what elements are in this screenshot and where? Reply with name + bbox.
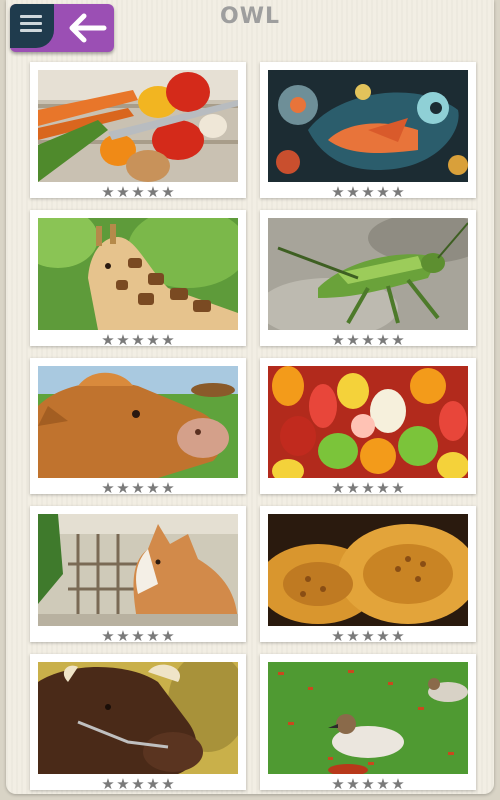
thumbnail-bread <box>268 514 468 626</box>
star-icon: ★ <box>161 332 175 349</box>
rating-stars: ★ ★ ★ ★ ★ <box>260 776 476 792</box>
star-icon: ★ <box>116 628 130 645</box>
star-icon: ★ <box>146 628 160 645</box>
star-icon: ★ <box>361 332 375 349</box>
puzzle-card-vegetables[interactable]: ★ ★ ★ ★ ★ <box>30 62 246 200</box>
puzzle-card-ducks[interactable]: ★ ★ ★ ★ ★ <box>260 654 476 792</box>
star-icon: ★ <box>146 776 160 793</box>
thumbnail-vegetables <box>38 70 238 182</box>
puzzle-card-bull[interactable]: ★ ★ ★ ★ ★ <box>30 654 246 792</box>
star-icon: ★ <box>346 776 360 793</box>
star-icon: ★ <box>376 776 390 793</box>
star-icon: ★ <box>101 480 115 497</box>
star-icon: ★ <box>131 628 145 645</box>
puzzle-card-giraffe[interactable]: ★ ★ ★ ★ ★ <box>30 210 246 348</box>
star-icon: ★ <box>361 480 375 497</box>
puzzle-card-cat[interactable]: ★ ★ ★ ★ ★ <box>30 506 246 644</box>
hamburger-menu-icon[interactable] <box>10 4 54 48</box>
rating-stars: ★ ★ ★ ★ ★ <box>30 776 246 792</box>
star-icon: ★ <box>116 480 130 497</box>
back-arrow-icon <box>69 13 107 43</box>
star-icon: ★ <box>331 628 345 645</box>
star-icon: ★ <box>391 184 405 201</box>
star-icon: ★ <box>131 184 145 201</box>
thumbnail-giraffe <box>38 218 238 330</box>
star-icon: ★ <box>116 332 130 349</box>
top-bar: OWL <box>0 0 500 56</box>
star-icon: ★ <box>101 628 115 645</box>
star-icon: ★ <box>146 480 160 497</box>
puzzle-card-fish-art[interactable]: ★ ★ ★ ★ ★ <box>260 62 476 200</box>
star-icon: ★ <box>361 776 375 793</box>
star-icon: ★ <box>331 776 345 793</box>
puzzle-card-grasshopper[interactable]: ★ ★ ★ ★ ★ <box>260 210 476 348</box>
star-icon: ★ <box>116 776 130 793</box>
rating-stars: ★ ★ ★ ★ ★ <box>260 332 476 348</box>
star-icon: ★ <box>361 184 375 201</box>
star-icon: ★ <box>161 184 175 201</box>
star-icon: ★ <box>161 628 175 645</box>
star-icon: ★ <box>376 332 390 349</box>
rating-stars: ★ ★ ★ ★ ★ <box>30 480 246 496</box>
rating-stars: ★ ★ ★ ★ ★ <box>260 480 476 496</box>
star-icon: ★ <box>131 776 145 793</box>
thumbnail-grasshopper <box>268 218 468 330</box>
star-icon: ★ <box>346 480 360 497</box>
star-icon: ★ <box>391 480 405 497</box>
thumbnail-gummy-bears <box>268 366 468 478</box>
star-icon: ★ <box>161 480 175 497</box>
star-icon: ★ <box>346 184 360 201</box>
star-icon: ★ <box>146 332 160 349</box>
star-icon: ★ <box>376 628 390 645</box>
rating-stars: ★ ★ ★ ★ ★ <box>260 184 476 200</box>
thumbnail-fish-art <box>268 70 468 182</box>
rating-stars: ★ ★ ★ ★ ★ <box>260 628 476 644</box>
star-icon: ★ <box>376 184 390 201</box>
star-icon: ★ <box>361 628 375 645</box>
star-icon: ★ <box>146 184 160 201</box>
star-icon: ★ <box>101 776 115 793</box>
thumbnail-bull <box>38 662 238 774</box>
star-icon: ★ <box>331 184 345 201</box>
star-icon: ★ <box>346 628 360 645</box>
star-icon: ★ <box>101 184 115 201</box>
rating-stars: ★ ★ ★ ★ ★ <box>30 628 246 644</box>
thumbnail-cat <box>38 514 238 626</box>
thumbnail-cow <box>38 366 238 478</box>
rating-stars: ★ ★ ★ ★ ★ <box>30 332 246 348</box>
star-icon: ★ <box>376 480 390 497</box>
star-icon: ★ <box>391 332 405 349</box>
star-icon: ★ <box>131 480 145 497</box>
star-icon: ★ <box>331 480 345 497</box>
puzzle-card-gummy-bears[interactable]: ★ ★ ★ ★ ★ <box>260 358 476 496</box>
star-icon: ★ <box>116 184 130 201</box>
puzzle-card-bread[interactable]: ★ ★ ★ ★ ★ <box>260 506 476 644</box>
star-icon: ★ <box>131 332 145 349</box>
back-button[interactable] <box>10 4 114 52</box>
rating-stars: ★ ★ ★ ★ ★ <box>30 184 246 200</box>
star-icon: ★ <box>101 332 115 349</box>
thumbnail-ducks <box>268 662 468 774</box>
star-icon: ★ <box>346 332 360 349</box>
star-icon: ★ <box>391 776 405 793</box>
puzzle-card-cow[interactable]: ★ ★ ★ ★ ★ <box>30 358 246 496</box>
star-icon: ★ <box>331 332 345 349</box>
star-icon: ★ <box>391 628 405 645</box>
star-icon: ★ <box>161 776 175 793</box>
